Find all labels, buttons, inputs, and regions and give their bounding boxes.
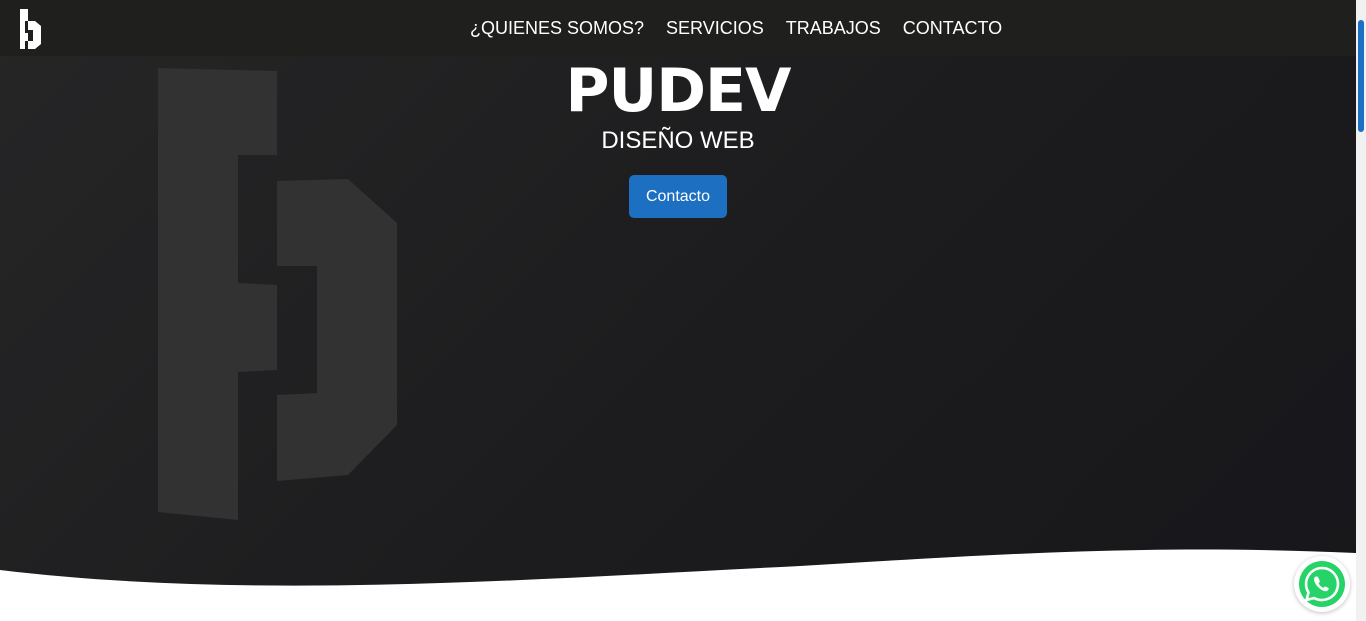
whatsapp-icon — [1299, 561, 1345, 607]
nav-link-contacto[interactable]: CONTACTO — [903, 18, 1002, 39]
hero-title: PUDEV — [565, 56, 792, 126]
nav-menu: ¿QUIENES SOMOS? SERVICIOS TRABAJOS CONTA… — [470, 0, 1002, 56]
page-scrollbar[interactable] — [1356, 0, 1366, 621]
top-navbar: ¿QUIENES SOMOS? SERVICIOS TRABAJOS CONTA… — [0, 0, 1356, 56]
wave-divider — [0, 549, 1356, 621]
hero-subtitle: DISEÑO WEB — [601, 127, 755, 154]
scrollbar-thumb[interactable] — [1358, 20, 1364, 132]
nav-link-quienes-somos[interactable]: ¿QUIENES SOMOS? — [470, 18, 644, 39]
hero-section: PUDEV DISEÑO WEB Contacto — [0, 0, 1356, 621]
whatsapp-button[interactable] — [1294, 556, 1350, 612]
nav-link-trabajos[interactable]: TRABAJOS — [786, 18, 881, 39]
pudev-logo-icon[interactable] — [18, 8, 42, 50]
contact-button[interactable]: Contacto — [629, 175, 727, 218]
nav-link-servicios[interactable]: SERVICIOS — [666, 18, 764, 39]
